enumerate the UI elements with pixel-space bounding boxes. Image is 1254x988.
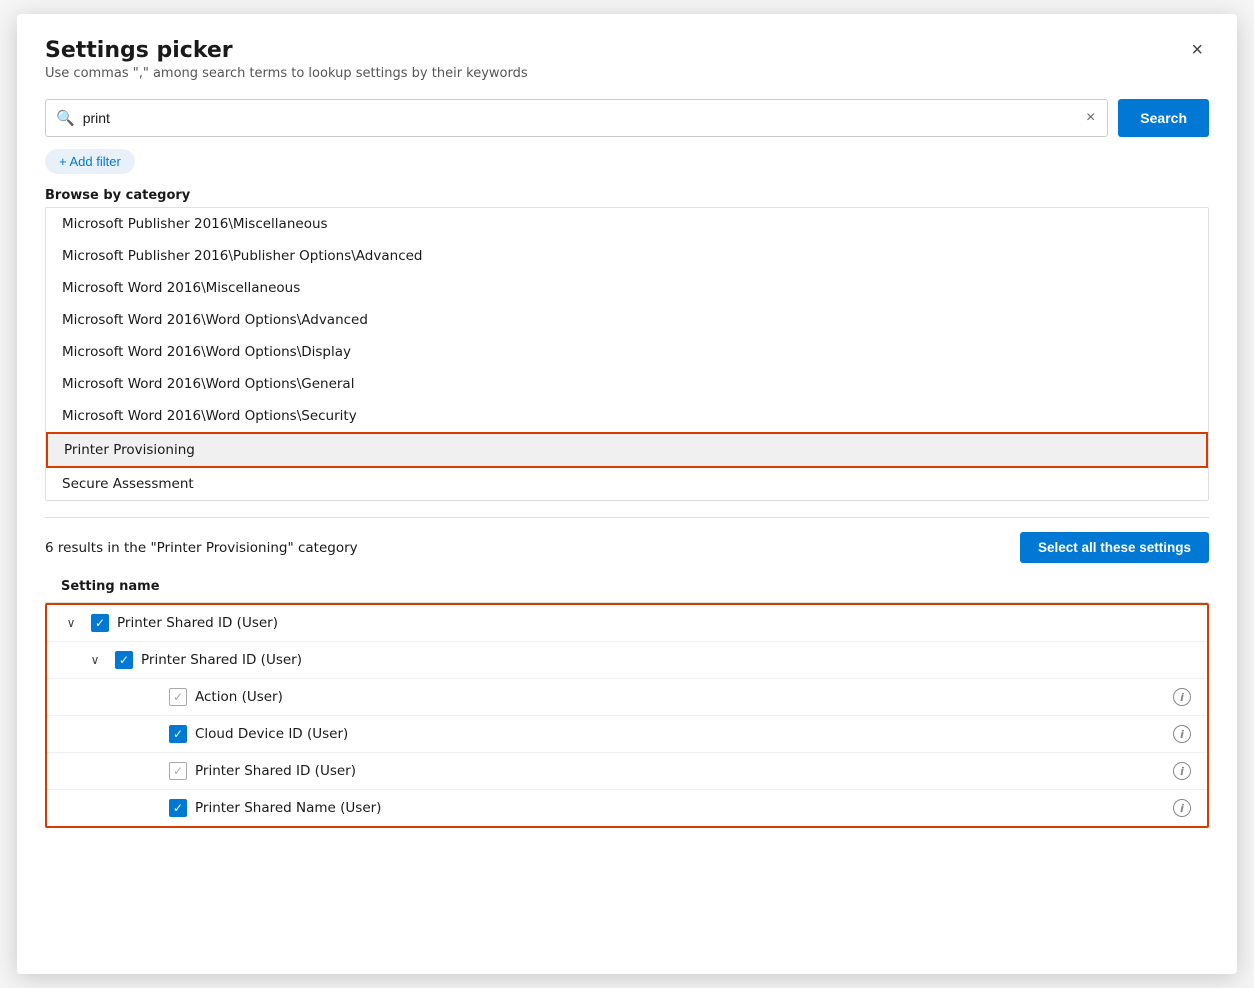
settings-table: ∨ Printer Shared ID (User) ∨ Printer Shared… <box>45 603 1209 828</box>
checkbox[interactable] <box>115 651 133 669</box>
info-icon[interactable]: i <box>1173 799 1191 817</box>
browse-section-label: Browse by category <box>45 188 1209 203</box>
checkbox[interactable] <box>169 799 187 817</box>
close-button[interactable]: × <box>1185 38 1209 62</box>
setting-name: Printer Shared ID (User) <box>141 652 1191 668</box>
setting-name: Printer Shared Name (User) <box>195 800 1165 816</box>
setting-row-row-6: Printer Shared Name (User) i <box>47 790 1207 826</box>
setting-name: Action (User) <box>195 689 1165 705</box>
checkbox[interactable] <box>169 725 187 743</box>
checkbox[interactable] <box>169 762 187 780</box>
dialog-title: Settings picker <box>45 38 528 63</box>
setting-name: Printer Shared ID (User) <box>117 615 1191 631</box>
browse-item-item-8[interactable]: Printer Provisioning <box>46 432 1208 468</box>
chevron-icon[interactable]: ∨ <box>87 653 103 667</box>
search-input[interactable] <box>83 110 1084 126</box>
search-icon: 🔍 <box>56 109 75 127</box>
search-box: 🔍 × <box>45 99 1108 137</box>
add-filter-area: + Add filter <box>45 149 1209 188</box>
settings-picker-dialog: Settings picker Use commas "," among sea… <box>17 14 1237 974</box>
browse-item-item-2[interactable]: Microsoft Publisher 2016\Publisher Optio… <box>46 240 1208 272</box>
checkbox[interactable] <box>91 614 109 632</box>
browse-item-item-6[interactable]: Microsoft Word 2016\Word Options\General <box>46 368 1208 400</box>
search-row: 🔍 × Search <box>45 99 1209 137</box>
browse-item-item-1[interactable]: Microsoft Publisher 2016\Miscellaneous <box>46 208 1208 240</box>
select-all-button[interactable]: Select all these settings <box>1020 532 1209 563</box>
chevron-icon[interactable]: ∨ <box>63 616 79 630</box>
search-button[interactable]: Search <box>1118 99 1209 137</box>
dialog-header: Settings picker Use commas "," among sea… <box>45 38 1209 81</box>
browse-item-item-4[interactable]: Microsoft Word 2016\Word Options\Advance… <box>46 304 1208 336</box>
setting-row-row-2: ∨ Printer Shared ID (User) <box>47 642 1207 679</box>
setting-row-row-4: Cloud Device ID (User) i <box>47 716 1207 753</box>
checkbox[interactable] <box>169 688 187 706</box>
browse-section: Microsoft Publisher 2016\MiscellaneousMi… <box>45 207 1209 501</box>
results-label: 6 results in the "Printer Provisioning" … <box>45 540 358 556</box>
info-icon[interactable]: i <box>1173 762 1191 780</box>
setting-row-row-1: ∨ Printer Shared ID (User) <box>47 605 1207 642</box>
setting-row-row-3: Action (User) i <box>47 679 1207 716</box>
add-filter-button[interactable]: + Add filter <box>45 149 135 174</box>
clear-search-button[interactable]: × <box>1084 109 1097 127</box>
settings-column-header: Setting name <box>45 571 1209 603</box>
setting-name: Printer Shared ID (User) <box>195 763 1165 779</box>
divider <box>45 517 1209 518</box>
browse-item-item-5[interactable]: Microsoft Word 2016\Word Options\Display <box>46 336 1208 368</box>
info-icon[interactable]: i <box>1173 725 1191 743</box>
dialog-title-area: Settings picker Use commas "," among sea… <box>45 38 528 81</box>
setting-row-row-5: Printer Shared ID (User) i <box>47 753 1207 790</box>
dialog-subtitle: Use commas "," among search terms to loo… <box>45 66 528 81</box>
browse-list[interactable]: Microsoft Publisher 2016\MiscellaneousMi… <box>46 208 1208 500</box>
browse-item-item-9[interactable]: Secure Assessment <box>46 468 1208 500</box>
info-icon[interactable]: i <box>1173 688 1191 706</box>
browse-item-item-3[interactable]: Microsoft Word 2016\Miscellaneous <box>46 272 1208 304</box>
results-header: 6 results in the "Printer Provisioning" … <box>45 532 1209 563</box>
browse-item-item-7[interactable]: Microsoft Word 2016\Word Options\Securit… <box>46 400 1208 432</box>
setting-name: Cloud Device ID (User) <box>195 726 1165 742</box>
